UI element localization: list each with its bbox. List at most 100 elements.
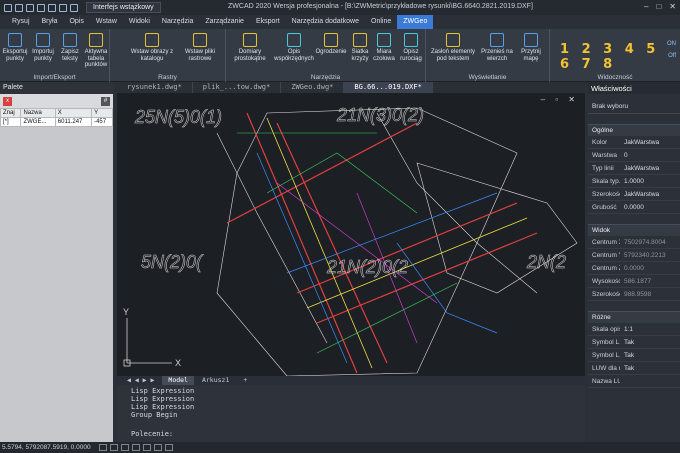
ortho-icon[interactable] [120, 444, 129, 451]
open-file-icon[interactable] [15, 3, 23, 12]
property-row[interactable]: LUW dla r...Tak [588, 362, 680, 375]
coordinates-label-button[interactable]: Opis współrzędnych [274, 33, 314, 62]
selection-dropdown[interactable]: Brak wyboru [588, 100, 680, 114]
property-row[interactable]: Symbol L...Tak [588, 349, 680, 362]
document-tabs: rysunek1.dwg* plik_...tow.dwg* ZWGeo.dwg… [117, 82, 585, 93]
ribbon-tabs: Rysuj Bryła Opis Wstaw Widoki Narzędzia … [0, 15, 680, 29]
table-row[interactable]: [*] ZWGE... 6011.247 -457 [0, 117, 113, 127]
property-row[interactable]: Centrum X 7502974.8004 [588, 236, 680, 249]
insert-images-button[interactable]: Wstaw obrazy z katalogu [130, 33, 174, 62]
cross-grid-button[interactable]: Siatka krzyży [348, 33, 372, 62]
tab-bryla[interactable]: Bryła [36, 15, 64, 29]
tab-opis[interactable]: Opis [63, 15, 89, 29]
osnap-icon[interactable] [142, 444, 151, 451]
column-header[interactable]: Nazwa [20, 108, 56, 118]
drawing-canvas[interactable]: 25N(5)0(1) 21N(3)0(2) 5N(2)0( 21N(2)0(2 … [117, 93, 585, 376]
doc-tab[interactable]: rysunek1.dwg* [117, 82, 193, 93]
add-layout-button[interactable]: + [237, 376, 253, 385]
close-icon[interactable]: ✕ [669, 2, 676, 11]
property-row[interactable]: Skala opis...1:1 [588, 323, 680, 336]
property-row[interactable]: Szerokość...JakWarstwa [588, 188, 680, 201]
visibility-on-button[interactable]: ON [667, 41, 676, 47]
tab-rysuj[interactable]: Rysuj [6, 15, 36, 29]
section-labels: 25N(5)0(1) 21N(3)0(2) 5N(2)0( 21N(2)0(2 … [134, 105, 567, 278]
undo-icon[interactable] [59, 3, 67, 12]
points-table: Znaj Nazwa X Y [*] ZWGE... 6011.247 -457 [0, 108, 113, 127]
section-view[interactable]: Widok [588, 224, 680, 236]
redo-icon[interactable] [70, 3, 78, 12]
property-row[interactable]: Centrum Z 0.0000 [588, 262, 680, 275]
doc-tab-active[interactable]: BG.66...019.DXF* [344, 82, 433, 93]
maximize-icon[interactable]: □ [656, 2, 661, 11]
tab-eksport[interactable]: Eksport [250, 15, 286, 29]
column-header[interactable]: X [54, 108, 93, 118]
save-icon[interactable] [26, 3, 34, 12]
save-texts-button[interactable]: Zapisz teksty [58, 33, 82, 62]
insert-raster-button[interactable]: Wstaw pliki rastrowe [180, 33, 220, 62]
column-header[interactable]: Y [91, 108, 113, 118]
active-points-table-button[interactable]: Aktywna tabela punktów [82, 33, 110, 69]
clip-map-button[interactable]: Przytnij mapę [516, 33, 546, 62]
group-narzedzia: Domiary prostokątne Opis współrzędnych O… [226, 29, 426, 82]
command-line[interactable]: Lisp Expression Lisp Expression Lisp Exp… [117, 385, 585, 442]
property-row[interactable]: Nazwa LU... [588, 375, 680, 388]
property-row[interactable]: Warstwa 0 [588, 149, 680, 162]
pipeline-label-button[interactable]: Opisz rurociąg [398, 33, 424, 62]
workspace-selector[interactable]: Interfejs wstążkowy [86, 2, 161, 13]
axis-x-label: X [175, 358, 181, 368]
tab-widoki[interactable]: Widoki [123, 15, 156, 29]
table-cell: ZWGE... [20, 117, 56, 127]
tab-wstaw[interactable]: Wstaw [90, 15, 123, 29]
polar-icon[interactable] [131, 444, 140, 451]
tab-narzedzia-dodatkowe[interactable]: Narzędzia dodatkowe [286, 15, 365, 29]
mask-under-text-button[interactable]: Zasłoń elementy pod tekstem [430, 33, 476, 62]
property-row[interactable]: Wysokość 586.1877 [588, 275, 680, 288]
import-points-button[interactable]: Importuj punkty [30, 33, 56, 62]
viewport-controls[interactable]: – ▫ ✕ [541, 95, 579, 104]
property-row[interactable]: Symbol L...Tak [588, 336, 680, 349]
bring-to-front-icon [490, 33, 504, 47]
print-icon[interactable] [48, 3, 56, 12]
command-prompt[interactable]: Polecenie: [131, 430, 173, 438]
delete-icon[interactable]: x [3, 96, 12, 106]
fence-button[interactable]: Ogrodzenie [314, 33, 348, 56]
tab-narzedzia[interactable]: Narzędzia [156, 15, 200, 29]
minimize-icon[interactable]: – [644, 2, 648, 11]
property-row[interactable]: Grubość 0.0000 [588, 201, 680, 214]
tab-zarzadzanie[interactable]: Zarządzanie [199, 15, 250, 29]
hash-icon[interactable]: # [101, 96, 110, 106]
section-general[interactable]: Ogólne [588, 124, 680, 136]
property-row[interactable]: Centrum Y 5792340.2213 [588, 249, 680, 262]
doc-tab[interactable]: plik_...tow.dwg* [193, 82, 282, 93]
rectangular-offsets-button[interactable]: Domiary prostokątne [230, 33, 270, 62]
export-points-button[interactable]: Eksportuj punkty [2, 33, 28, 62]
tab-model[interactable]: Model [162, 376, 194, 385]
snap-icon[interactable] [98, 444, 107, 451]
grid-icon[interactable] [109, 444, 118, 451]
tab-arkusz1[interactable]: Arkusz1 [196, 376, 235, 385]
otrack-icon[interactable] [153, 444, 162, 451]
property-row[interactable]: Kolor JakWarstwa [588, 136, 680, 149]
group-label: Import/Eksport [33, 74, 76, 81]
visibility-off-button[interactable]: Off [668, 53, 676, 59]
nav-arrows-icon[interactable]: ◀ ◀ ▶ ▶ [121, 376, 160, 385]
property-row[interactable]: Typ linii JakWarstwa [588, 162, 680, 175]
command-history-line: Lisp Expression [131, 387, 195, 395]
save-as-icon[interactable] [37, 3, 45, 12]
section-misc[interactable]: Różne [588, 311, 680, 323]
layer-visibility-numbers[interactable]: 1 2 3 4 5 6 7 8 [560, 42, 680, 72]
title-bar: Interfejs wstążkowy ZWCAD 2020 Wersja pr… [0, 0, 680, 15]
doc-tab[interactable]: ZWGeo.dwg* [281, 82, 345, 93]
new-file-icon[interactable] [4, 3, 12, 12]
lineweight-icon[interactable] [164, 444, 173, 451]
bring-to-front-button[interactable]: Przenieś na wierzch [480, 33, 514, 62]
property-row[interactable]: Skala typ...1.0000 [588, 175, 680, 188]
tab-zwgeo[interactable]: ZWGeo [397, 15, 434, 29]
tab-online[interactable]: Online [365, 15, 397, 29]
table-icon [89, 33, 103, 47]
frontal-measure-button[interactable]: Miara czołowa [372, 33, 396, 62]
property-row[interactable]: Szerokość 988.9598 [588, 288, 680, 301]
column-header[interactable]: Znaj [0, 108, 22, 118]
section-label: 21N(3)0(2) [336, 105, 424, 125]
coordinates-icon [287, 33, 301, 47]
